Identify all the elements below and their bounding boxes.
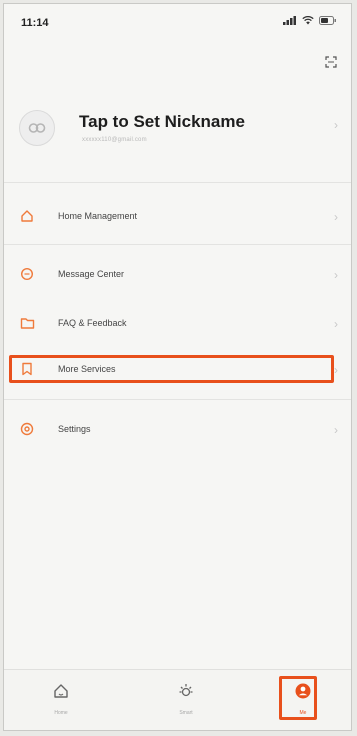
cellular-signal-icon — [283, 16, 296, 25]
menu-item-message-center[interactable]: Message Center › — [4, 258, 351, 292]
chevron-right-icon: › — [334, 363, 338, 377]
tab-label: Smart — [179, 710, 193, 716]
avatar[interactable] — [19, 110, 55, 146]
tab-label: Home — [54, 710, 68, 716]
home-icon — [21, 210, 33, 222]
tab-smart[interactable]: Smart — [156, 670, 216, 728]
tab-home[interactable]: Home — [31, 670, 91, 728]
divider — [4, 182, 351, 183]
avatar-placeholder-icon — [28, 123, 46, 133]
more-services-highlight-box — [9, 355, 334, 383]
profile-chevron-right-icon: › — [334, 118, 338, 132]
menu-item-label: Message Center — [58, 269, 125, 279]
settings-icon — [20, 422, 34, 436]
chevron-right-icon: › — [334, 268, 338, 282]
menu-item-label: Settings — [58, 424, 91, 434]
chevron-right-icon: › — [334, 423, 338, 437]
home-tab-icon — [54, 684, 68, 698]
message-icon — [20, 267, 34, 281]
phone-screen: 11:14 Tap to Set Nickname xxxxxx110@gmai… — [3, 3, 352, 731]
divider — [4, 399, 351, 400]
menu-item-faq-feedback[interactable]: FAQ & Feedback › — [4, 307, 351, 341]
status-icons — [283, 16, 337, 25]
wifi-icon — [302, 16, 314, 25]
chevron-right-icon: › — [334, 317, 338, 331]
battery-icon — [319, 16, 336, 25]
scan-icon[interactable] — [325, 56, 337, 68]
email-label: xxxxxx110@gmail.com — [82, 137, 147, 143]
me-tab-highlight-box — [279, 676, 317, 720]
menu-item-home-management[interactable]: Home Management › — [4, 200, 351, 234]
status-time: 11:14 — [21, 17, 49, 29]
profile-header[interactable]: Tap to Set Nickname xxxxxx110@gmail.com … — [4, 86, 351, 166]
menu-item-label: Home Management — [58, 211, 138, 221]
divider — [4, 244, 351, 245]
status-bar: 11:14 — [4, 4, 351, 44]
faq-icon — [20, 318, 35, 329]
nickname-label[interactable]: Tap to Set Nickname — [79, 112, 245, 132]
chevron-right-icon: › — [334, 210, 338, 224]
smart-tab-icon — [179, 684, 193, 697]
menu-item-label: FAQ & Feedback — [58, 318, 127, 328]
menu-item-settings[interactable]: Settings › — [4, 413, 351, 447]
